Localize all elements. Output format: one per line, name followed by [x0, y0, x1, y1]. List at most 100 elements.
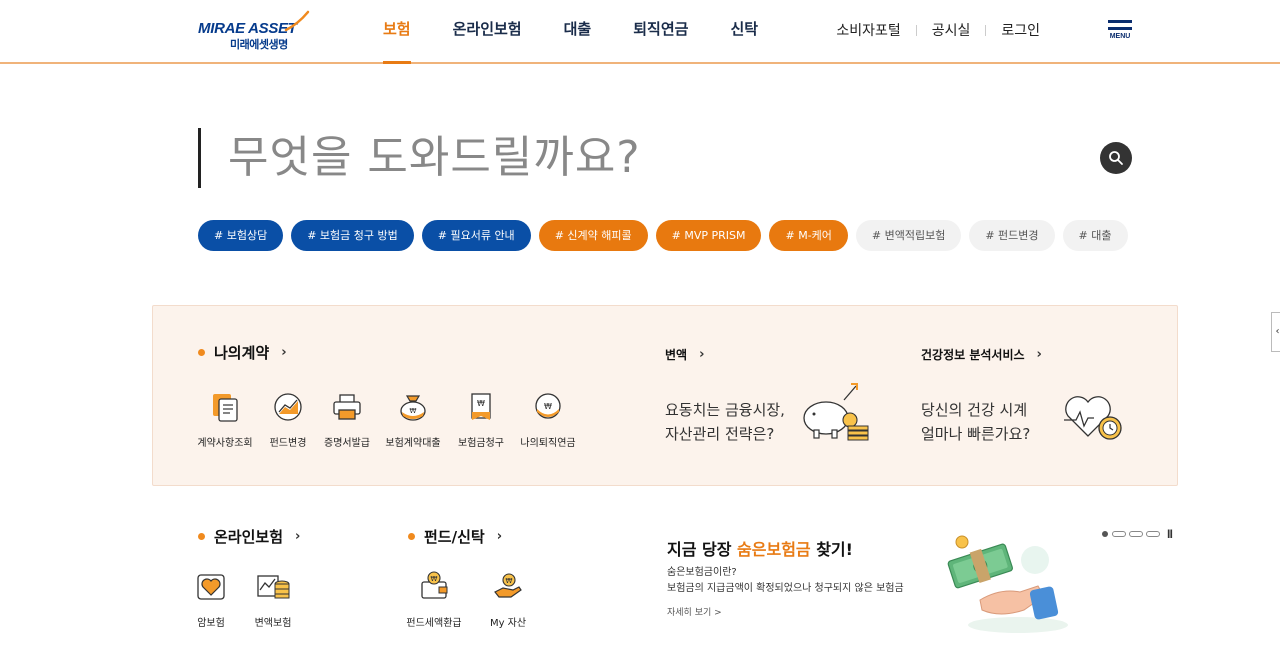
variable-desc-line1: 요동치는 금융시장,: [665, 401, 785, 419]
side-panel-toggle[interactable]: ‹: [1271, 312, 1280, 352]
service-contract-inquiry[interactable]: 계약사항조회: [196, 390, 254, 449]
promo-desc: 숨은보험금이란? 보험금의 지급금액이 확정되었으나 청구되지 않은 보험금: [667, 565, 904, 597]
service-label: 계약사항조회: [197, 438, 253, 449]
receipt-icon: ₩: [471, 393, 491, 420]
online-insurance-title[interactable]: 온라인보험 ›: [198, 526, 300, 547]
service-policy-loan[interactable]: ₩ 보험계약대출: [384, 390, 442, 449]
money-hand-illustration: [947, 535, 1068, 633]
tag-mvp-prism[interactable]: # MVP PRISM: [655, 220, 762, 251]
consumer-portal-link[interactable]: 소비자포털: [836, 20, 900, 40]
tag-m-care[interactable]: # M-케어: [769, 220, 848, 251]
pager-dot[interactable]: [1112, 531, 1126, 537]
service-label: 암보험: [197, 618, 225, 629]
menu-label: MENU: [1109, 33, 1131, 40]
search-icon: [1109, 151, 1123, 165]
my-contract-title-text: 나의계약: [214, 344, 270, 362]
service-certificate[interactable]: 증명서발급: [320, 390, 374, 449]
search-cursor-bar: [198, 128, 201, 188]
service-cancer-insurance[interactable]: 암보험: [192, 570, 230, 629]
printer-icon: [333, 394, 361, 420]
health-analysis-link[interactable]: 건강정보 분석서비스 ›: [921, 346, 1042, 363]
pause-icon[interactable]: ǁ: [1167, 529, 1173, 539]
health-desc-line2: 얼마나 빠른가요?: [921, 425, 1031, 443]
login-link[interactable]: 로그인: [1001, 20, 1040, 40]
service-fund-change[interactable]: 펀드변경: [264, 390, 312, 449]
tag-claim-method[interactable]: # 보험금 청구 방법: [291, 220, 414, 251]
variable-title: 변액: [665, 348, 688, 362]
pager-dot[interactable]: [1146, 531, 1160, 537]
health-title: 건강정보 분석서비스: [921, 348, 1025, 362]
health-desc-line1: 당신의 건강 시계: [921, 401, 1028, 419]
variable-insurance-link[interactable]: 변액 ›: [665, 346, 704, 363]
bullet-dot: [198, 533, 205, 540]
search-button[interactable]: [1100, 142, 1132, 174]
money-bag-icon: ₩: [400, 395, 426, 421]
service-my-assets[interactable]: ₩ My 자산: [486, 570, 530, 629]
chevron-right-icon: ›: [496, 529, 503, 544]
nav-online-insurance[interactable]: 온라인보험: [453, 0, 522, 62]
document-list-icon: [213, 394, 238, 422]
service-label: 나의퇴직연금: [520, 438, 576, 449]
hamburger-icon: [1108, 20, 1132, 23]
svg-text:₩: ₩: [506, 577, 513, 585]
heart-card-icon: [197, 574, 225, 600]
variable-desc-line2: 자산관리 전략은?: [665, 425, 775, 443]
online-insurance-title-text: 온라인보험: [214, 528, 284, 546]
nav-insurance[interactable]: 보험: [383, 0, 411, 64]
svg-text:₩: ₩: [477, 399, 485, 408]
heart-clock-icon: [1064, 396, 1122, 440]
promo-desc-line1: 숨은보험금이란?: [667, 567, 737, 578]
nav-loan[interactable]: 대출: [564, 0, 592, 62]
logo-text-en: MIRAE ASSET: [198, 20, 297, 37]
main-nav: 보험 온라인보험 대출 퇴직연금 신탁: [383, 0, 800, 64]
mirae-asset-logo[interactable]: MIRAE ASSET 미래에셋생명: [198, 10, 310, 52]
fund-chart-icon: [274, 393, 302, 421]
util-links: 소비자포털 공시실 로그인: [836, 20, 1040, 40]
coin-chart-icon: [257, 575, 290, 599]
divider: [985, 24, 987, 36]
nav-retirement-pension[interactable]: 퇴직연금: [633, 0, 688, 62]
logo-swoosh-icon: [284, 10, 310, 32]
promo-title-highlight: 숨은보험금: [737, 540, 811, 559]
tag-variable-savings[interactable]: # 변액적립보험: [855, 220, 962, 251]
nav-trust[interactable]: 신탁: [730, 0, 758, 62]
hashtag-list: # 보험상담 # 보험금 청구 방법 # 필요서류 안내 # 신계약 해피콜 #…: [198, 220, 1136, 251]
disclosure-link[interactable]: 공시실: [932, 20, 971, 40]
promo-more-link[interactable]: 자세히 보기 >: [667, 605, 722, 618]
my-contract-title[interactable]: 나의계약 ›: [198, 342, 287, 363]
promo-title-post: 찾기!: [810, 540, 853, 559]
divider: [915, 24, 917, 36]
svg-text:₩: ₩: [431, 575, 438, 583]
tag-required-docs[interactable]: # 필요서류 안내: [421, 220, 531, 251]
pager-dot-active[interactable]: [1102, 531, 1108, 537]
service-label: My 자산: [489, 618, 527, 629]
fund-trust-title[interactable]: 펀드/신탁 ›: [408, 526, 502, 547]
tag-loan[interactable]: # 대출: [1062, 220, 1128, 251]
service-variable-insurance[interactable]: 변액보험: [250, 570, 296, 629]
service-claim[interactable]: ₩ 보험금청구: [455, 390, 507, 449]
hand-coin-icon: ₩: [494, 573, 522, 598]
pager-dot[interactable]: [1129, 531, 1143, 537]
service-label: 펀드변경: [269, 438, 307, 449]
tag-happy-call[interactable]: # 신계약 해피콜: [538, 220, 648, 251]
promo-pager: ǁ: [1102, 529, 1173, 539]
service-my-pension[interactable]: ₩ 나의퇴직연금: [518, 390, 578, 449]
chevron-right-icon: ›: [699, 347, 705, 362]
fund-trust-title-text: 펀드/신탁: [424, 528, 485, 546]
service-label: 증명서발급: [324, 438, 370, 449]
promo-title: 지금 당장 숨은보험금 찾기!: [667, 536, 853, 560]
service-fund-tax-refund[interactable]: ₩ 펀드세액환급: [404, 570, 464, 629]
logo-text-ko: 미래에셋생명: [230, 38, 288, 51]
svg-text:₩: ₩: [410, 407, 417, 415]
search-input[interactable]: [228, 126, 1088, 188]
chevron-right-icon: ›: [281, 345, 287, 360]
piggy-bank-icon: [803, 383, 869, 441]
pension-clock-icon: ₩: [535, 393, 561, 419]
tag-insurance-consult[interactable]: # 보험상담: [198, 220, 284, 251]
bullet-dot: [408, 533, 415, 540]
service-label: 펀드세액환급: [406, 618, 462, 629]
menu-button[interactable]: MENU: [1108, 20, 1132, 46]
service-label: 변액보험: [254, 618, 292, 629]
chevron-right-icon: ›: [295, 529, 301, 544]
tag-fund-change[interactable]: # 펀드변경: [969, 220, 1055, 251]
